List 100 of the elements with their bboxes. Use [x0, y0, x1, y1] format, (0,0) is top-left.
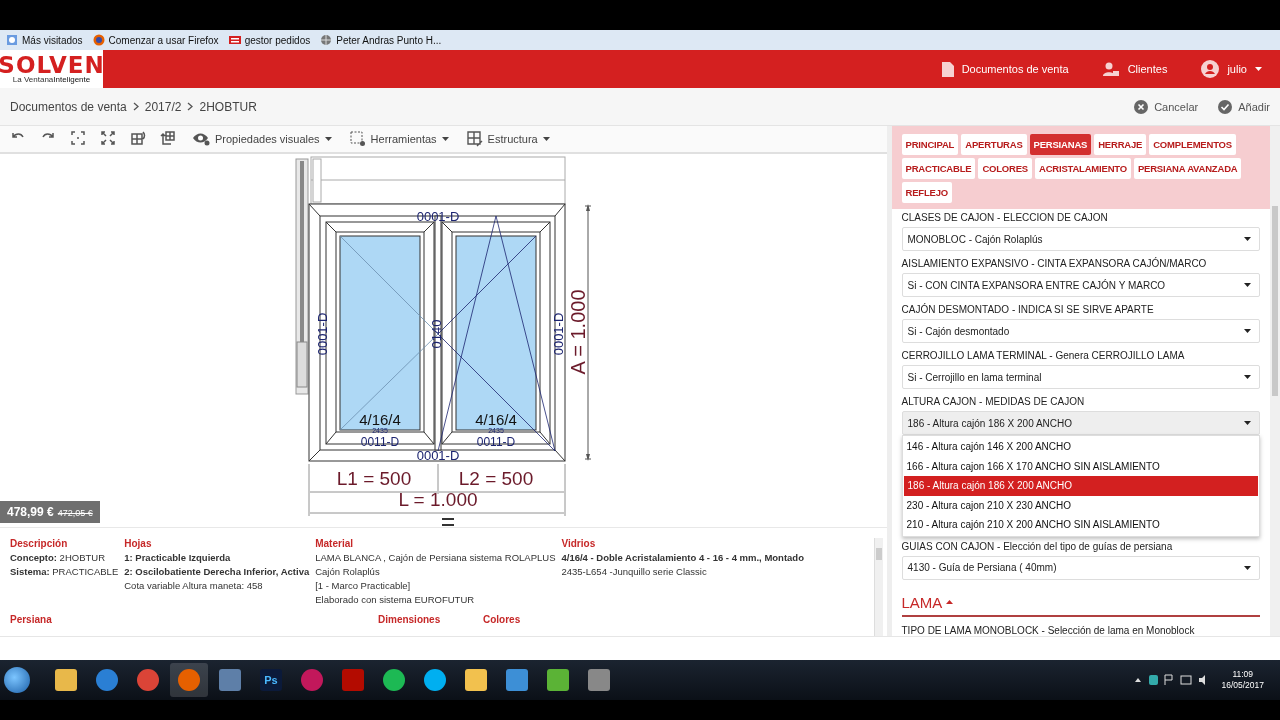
- tab[interactable]: PERSIANA AVANZADA: [1133, 158, 1242, 179]
- people-icon: [1102, 61, 1120, 77]
- detail-text: Concepto: 2HOBTUR: [10, 551, 106, 565]
- tab[interactable]: PRACTICABLE: [901, 158, 976, 179]
- caret-icon: [1244, 329, 1251, 333]
- toolbar-menu[interactable]: Estructura: [458, 131, 558, 147]
- caret-icon: [1244, 283, 1251, 287]
- grid-icon: [466, 131, 483, 147]
- bookmark-page-icon: [6, 34, 18, 46]
- scrollbar[interactable]: [1270, 126, 1280, 636]
- bookmark-app-icon: [228, 34, 241, 46]
- caret-icon: [1244, 237, 1251, 241]
- select-field[interactable]: 4130 - Guía de Persiana ( 40mm): [901, 555, 1260, 580]
- field-label: CAJÓN DESMONTADO - INDICA SI SE SIRVE APARTE: [901, 303, 1155, 316]
- detail-heading: Material: [315, 538, 354, 549]
- profile-label: 0001-D: [416, 209, 460, 225]
- bookmark-link[interactable]: Peter Andras Punto H...: [336, 34, 442, 46]
- detail-text: Cajón Rolaplús: [315, 565, 381, 579]
- caret-icon: [1244, 421, 1251, 425]
- toolbar-menu[interactable]: Propiedades visuales: [184, 132, 340, 146]
- previous-price: 472,05 €: [57, 508, 93, 518]
- add-button[interactable]: Añadir: [1218, 99, 1270, 114]
- document-icon: [941, 61, 954, 77]
- detail-text: [1 - Marco Practicable]: [315, 579, 412, 593]
- detail-heading: Dimensiones: [378, 614, 442, 625]
- tab[interactable]: COLORES: [978, 158, 1032, 179]
- caret-icon: [1244, 375, 1251, 379]
- detail-heading: Colores: [483, 614, 522, 625]
- detail-heading: Hojas: [124, 538, 153, 549]
- clock-time: 11:09: [1232, 669, 1254, 680]
- dropdown-option[interactable]: 166 - Altura cajon 166 X 170 ANCHO SIN AISLAMIENTO: [902, 456, 1259, 476]
- chevron-icon: [132, 102, 139, 111]
- collapse-caret-icon: [946, 600, 954, 604]
- breadcrumb-link[interactable]: Documentos de venta: [10, 99, 127, 114]
- detail-heading: Descripción: [10, 538, 69, 549]
- bookmark-link[interactable]: gestor pedidos: [244, 34, 311, 46]
- toolbar-menu[interactable]: Herramientas: [341, 131, 457, 147]
- detail-text: LAMA BLANCA , Cajón de Persiana sistema ROLAPLUS: [315, 551, 556, 565]
- tab[interactable]: APERTURAS: [961, 134, 1027, 155]
- scrollbar[interactable]: [873, 538, 883, 636]
- clock-date: 16/05/2017: [1221, 680, 1264, 691]
- dropdown-option[interactable]: 186 - Altura cajón 186 X 200 ANCHO: [903, 476, 1258, 496]
- selection-icon: [349, 131, 366, 147]
- field-label: AISLAMIENTO EXPANSIVO - CINTA EXPANSORA CAJÓN/MARCO: [901, 257, 1208, 270]
- caret-icon: [542, 137, 550, 141]
- glass-label: 4/16/4: [475, 411, 518, 428]
- width-dimension: L2 = 500: [459, 468, 534, 489]
- profile-label: 0001-D: [315, 312, 331, 356]
- profile-label: 0011-D: [477, 435, 516, 449]
- tab[interactable]: HERRAJE: [1094, 134, 1147, 155]
- tab[interactable]: ACRISTALAMIENTO: [1035, 158, 1131, 179]
- start-button[interactable]: [4, 667, 30, 693]
- caret-icon: [441, 137, 449, 141]
- eye-icon: [192, 132, 210, 146]
- tab[interactable]: COMPLEMENTOS: [1149, 134, 1236, 155]
- detail-heading: Vidrios: [561, 538, 597, 549]
- height-dimension: A = 1.000: [567, 289, 590, 375]
- select-field[interactable]: Si - Cerrojillo en lama terminal: [901, 365, 1260, 389]
- detail-text: Cota variable Altura maneta: 458: [124, 579, 264, 593]
- profile-label: 0011-D: [361, 435, 400, 449]
- width-dimension: L1 = 500: [337, 468, 412, 489]
- section-title[interactable]: LAMA: [901, 593, 943, 611]
- breadcrumb-link[interactable]: 2HOBTUR: [199, 99, 257, 114]
- chevron-icon: [187, 102, 194, 111]
- tab[interactable]: REFLEJO: [901, 182, 952, 203]
- nav-link[interactable]: Documentos de venta: [935, 60, 1075, 78]
- detail-text: 2: Oscilobatiente Derecha Inferior, Activa: [124, 565, 310, 579]
- bookmark-link[interactable]: Comenzar a usar Firefox: [108, 34, 219, 46]
- select-field[interactable]: Si - Cajón desmontado: [901, 319, 1260, 343]
- detail-text: Elaborado con sistema EUROFUTUR: [315, 593, 476, 607]
- breadcrumb-link[interactable]: 2017/2: [144, 99, 182, 114]
- nav-link[interactable]: Clientes: [1096, 60, 1174, 78]
- field-label: GUIAS CON CAJON - Elección del tipo de guías de persiana: [901, 539, 1174, 553]
- globe-icon: [320, 34, 333, 46]
- dropdown-option[interactable]: 146 - Altura cajón 146 X 200 ANCHO: [902, 437, 1259, 457]
- select-field[interactable]: Si - CON CINTA EXPANSORA ENTRE CAJÓN Y MARCO: [901, 273, 1260, 297]
- tab[interactable]: PERSIANAS: [1029, 134, 1092, 155]
- detail-text: 1: Practicable Izquierda: [124, 551, 232, 565]
- cancel-button[interactable]: Cancelar: [1134, 99, 1199, 114]
- detail-heading: Persiana: [10, 614, 53, 625]
- user-menu[interactable]: julio: [1195, 59, 1268, 79]
- tab[interactable]: PRINCIPAL: [901, 134, 959, 155]
- firefox-icon: [92, 34, 105, 46]
- caret-icon: [1255, 67, 1262, 71]
- detail-text: 4/16/4 - Doble Acristalamiento 4 - 16 - 4 mm., Montado: [561, 551, 805, 565]
- select-field[interactable]: MONOBLOC - Cajón Rolaplús: [901, 227, 1260, 251]
- detail-text: 2435-L654 -Junquillo serie Classic: [561, 565, 708, 579]
- dropdown-option[interactable]: 210 - Altura cajón 210 X 200 ANCHO SIN AISLAMIENTO: [902, 515, 1259, 535]
- profile-label: 0140: [429, 319, 445, 349]
- field-label: CERROJILLO LAMA TERMINAL - Genera CERROJILLO LAMA: [901, 349, 1186, 362]
- select-field[interactable]: 186 - Altura cajón 186 X 200 ANCHO: [901, 411, 1260, 435]
- close-icon: [1134, 99, 1149, 114]
- price: 478,99 €: [7, 505, 54, 519]
- profile-label: 0001-D: [551, 312, 567, 356]
- resize-handle-icon[interactable]: [442, 518, 455, 526]
- logo[interactable]: SOLVEN La VentanaInteligente: [0, 50, 103, 88]
- detail-text: Sistema: PRACTICABLE: [10, 565, 119, 579]
- check-icon: [1218, 99, 1233, 114]
- dropdown-option[interactable]: 230 - Altura cajon 210 X 230 ANCHO: [902, 495, 1259, 515]
- bookmark-link[interactable]: Más visitados: [22, 34, 83, 46]
